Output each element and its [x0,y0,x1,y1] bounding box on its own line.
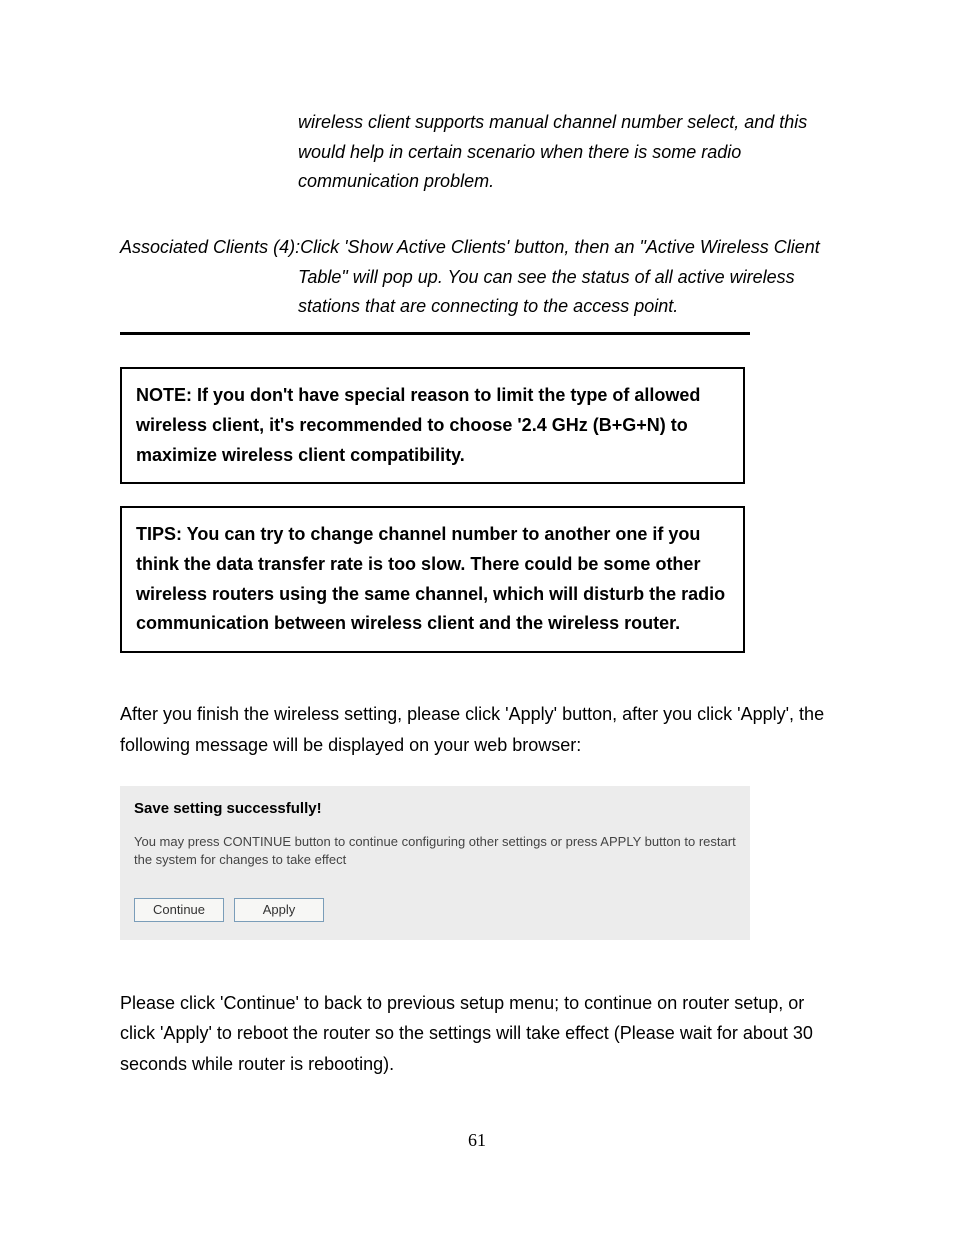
apply-button[interactable]: Apply [234,898,324,922]
assoc-clients-label: Associated Clients (4): [120,233,300,263]
continue-button[interactable]: Continue [134,898,224,922]
horizontal-rule [120,332,750,335]
closing-text: Please click 'Continue' to back to previ… [120,988,842,1080]
document-page: wireless client supports manual channel … [0,0,954,1235]
panel-message: You may press CONTINUE button to continu… [134,833,736,869]
assoc-clients-first-line: Click 'Show Active Clients' button, then… [300,237,820,257]
note-box: NOTE: If you don't have special reason t… [120,367,745,484]
panel-button-row: Continue Apply [134,898,736,922]
assoc-clients-rest: Table" will pop up. You can see the stat… [298,263,842,322]
panel-title: Save setting successfully! [134,800,736,817]
associated-clients-block: Associated Clients (4): Click 'Show Acti… [120,233,842,322]
channel-note-text: wireless client supports manual channel … [298,108,842,197]
after-finish-text: After you finish the wireless setting, p… [120,699,842,760]
save-success-panel: Save setting successfully! You may press… [120,786,750,939]
tips-box: TIPS: You can try to change channel numb… [120,506,745,653]
page-number: 61 [0,1130,954,1151]
